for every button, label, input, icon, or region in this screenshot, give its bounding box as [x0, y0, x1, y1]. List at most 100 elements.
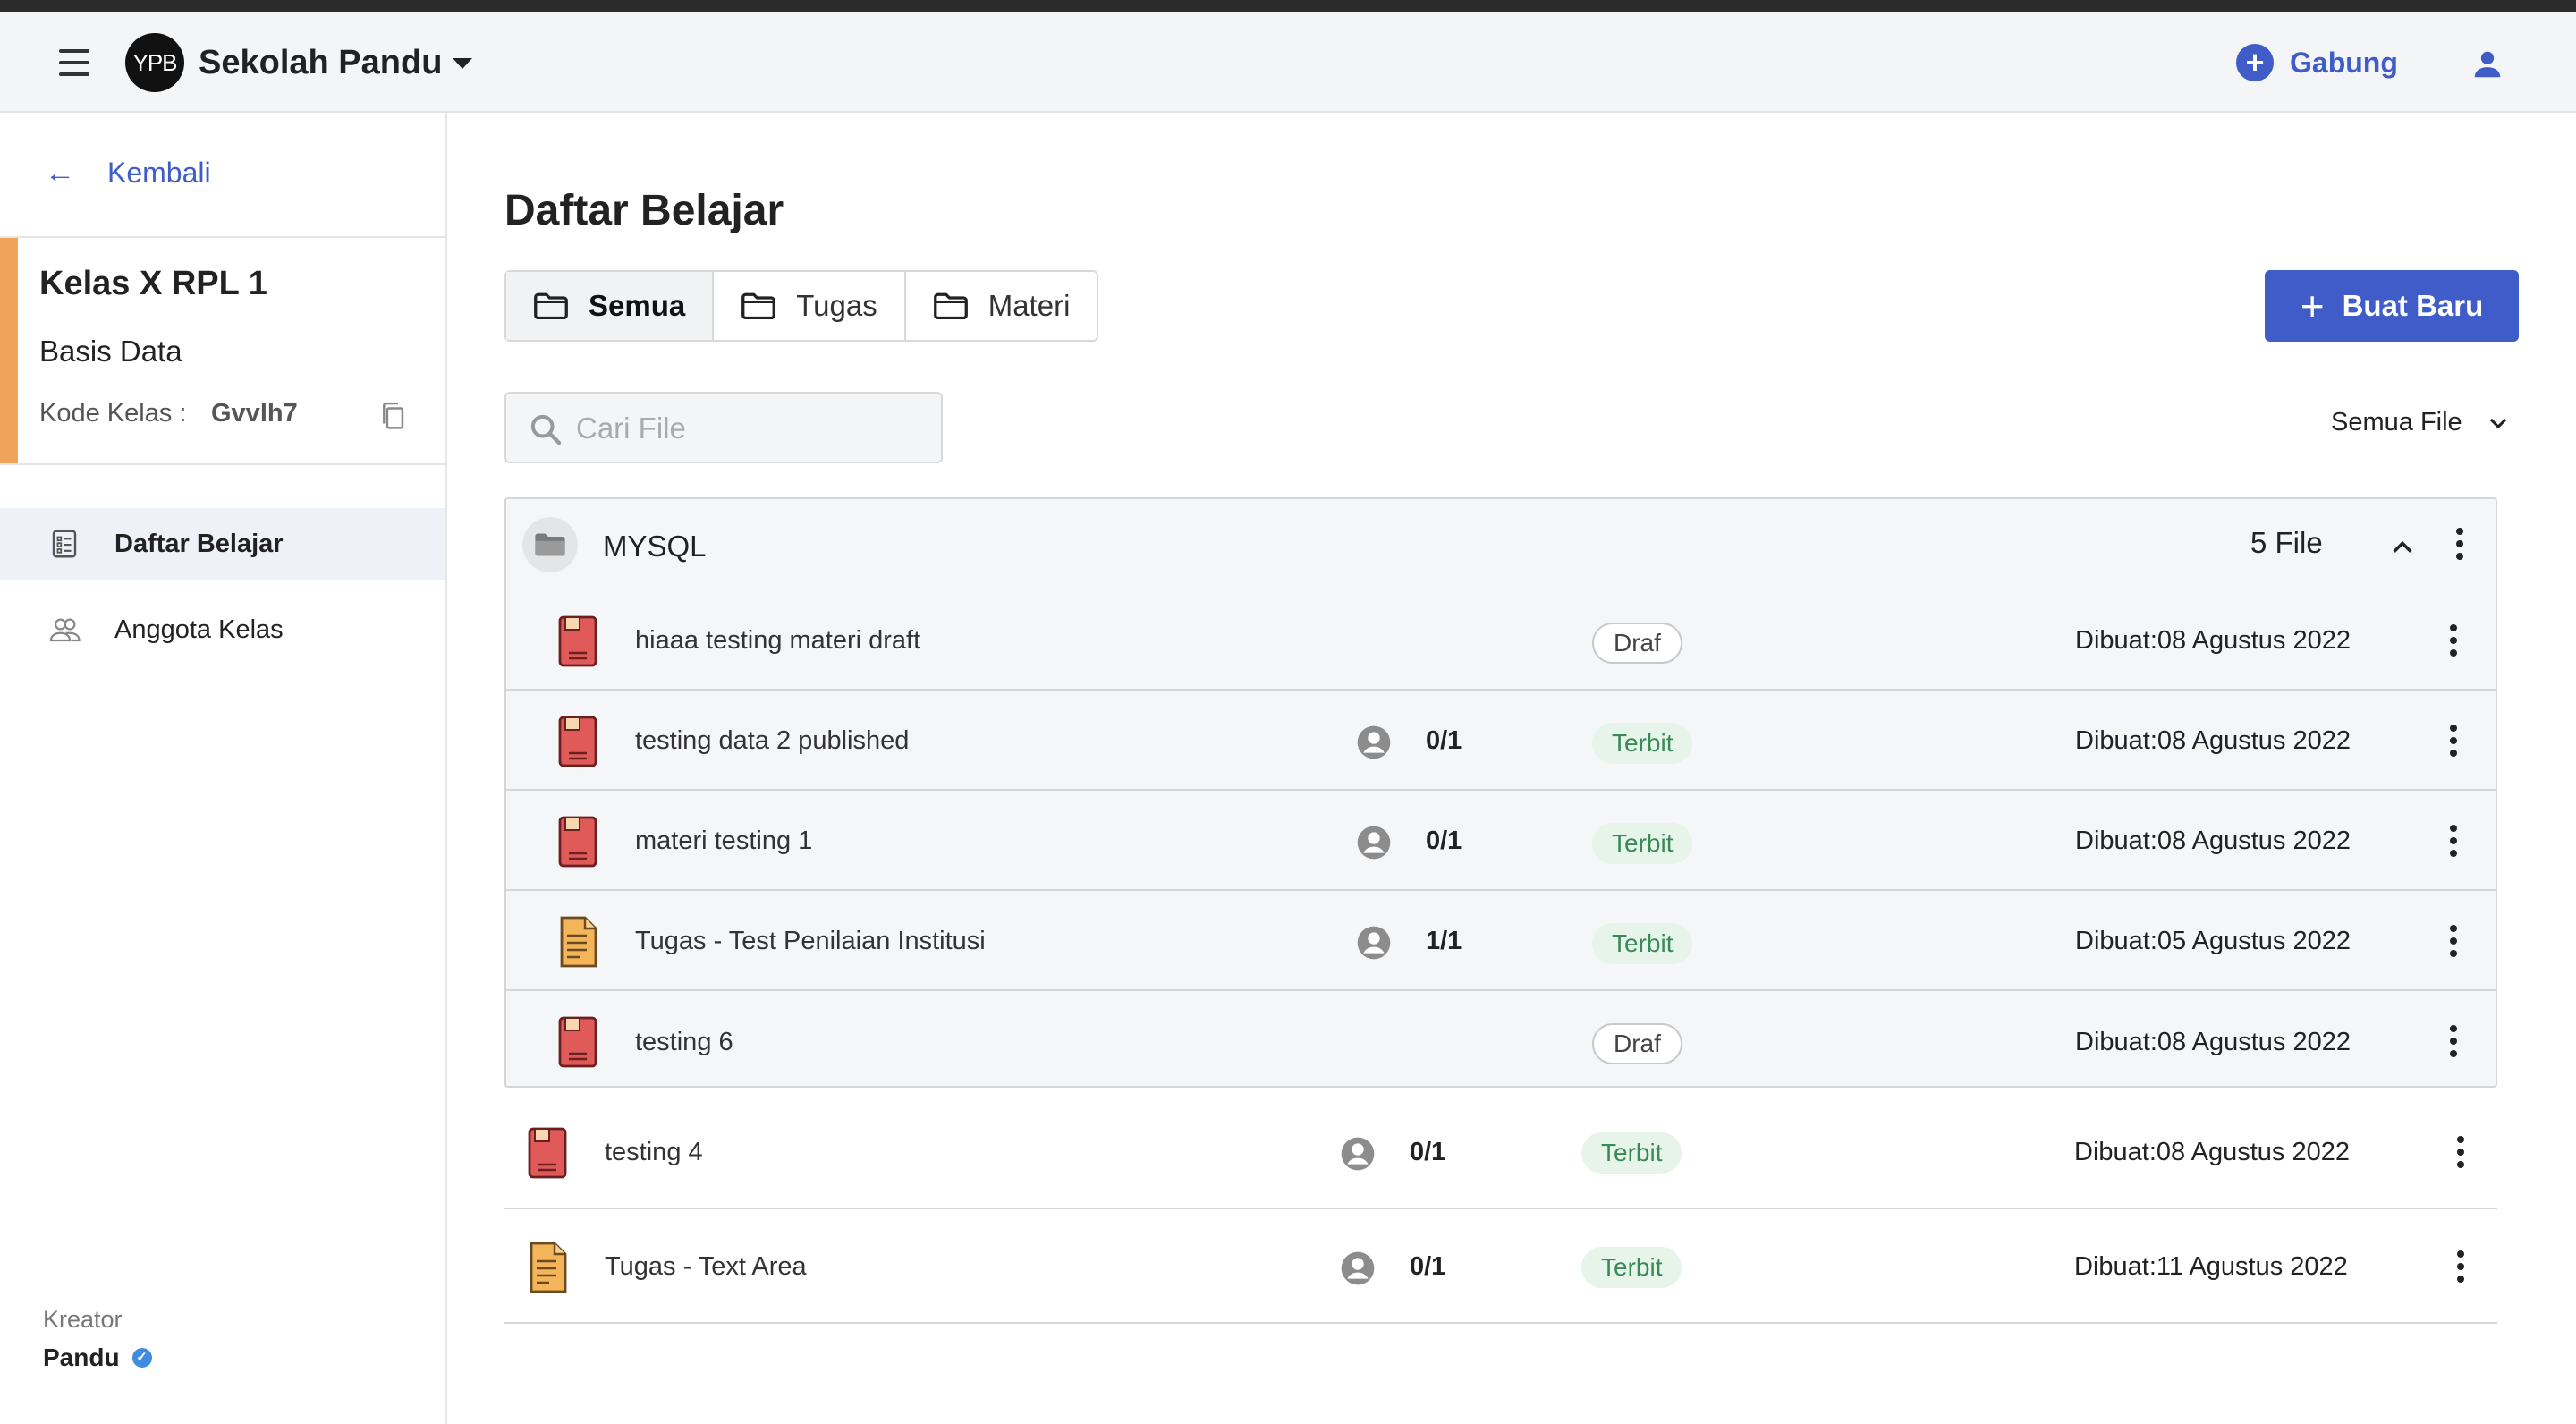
folder-name: MYSQL [603, 530, 707, 563]
materi-book-icon [558, 1016, 597, 1068]
folder-group-header[interactable]: MYSQL 5 File [506, 499, 2497, 592]
item-date: Dibuat:08 Agustus 2022 [2075, 625, 2351, 655]
more-vertical-icon[interactable] [2454, 1136, 2467, 1170]
back-link[interactable]: ← Kembali [45, 156, 211, 191]
materi-book-icon [558, 615, 597, 667]
person-icon [1357, 826, 1391, 860]
person-icon [1341, 1137, 1375, 1171]
more-vertical-icon[interactable] [2454, 1250, 2467, 1284]
sidebar-item-label: Anggota Kelas [114, 615, 284, 644]
filter-tabs: Semua Tugas Materi [504, 270, 1099, 342]
submission-count: 0/1 [1426, 826, 1462, 855]
tab-materi[interactable]: Materi [906, 272, 1097, 340]
menu-icon[interactable] [59, 49, 89, 76]
verified-icon: ✓ [131, 1348, 152, 1368]
more-vertical-icon[interactable] [2447, 1025, 2460, 1059]
tab-semua[interactable]: Semua [506, 272, 715, 340]
tugas-document-icon [530, 1242, 567, 1293]
person-icon [1357, 926, 1391, 960]
more-vertical-icon[interactable] [2447, 825, 2460, 859]
tab-label: Semua [589, 289, 686, 322]
list-item[interactable]: testing 6 Draf Dibuat:08 Agustus 2022 [506, 993, 2497, 1091]
tab-label: Materi [987, 289, 1071, 322]
tab-tugas[interactable]: Tugas [714, 272, 906, 340]
folder-icon [522, 517, 578, 572]
class-name: Kelas X RPL 1 [39, 265, 267, 302]
item-title[interactable]: testing data 2 published [635, 726, 909, 756]
window-top-strip [0, 0, 2576, 12]
back-label: Kembali [107, 157, 211, 189]
status-badge: Terbit [1581, 1132, 1682, 1174]
join-button[interactable]: + Gabung [2236, 44, 2398, 81]
item-date: Dibuat:08 Agustus 2022 [2075, 725, 2351, 755]
item-title[interactable]: Tugas - Text Area [605, 1252, 807, 1282]
item-date: Dibuat:08 Agustus 2022 [2075, 1027, 2351, 1056]
person-icon [1341, 1251, 1375, 1285]
item-title[interactable]: testing 4 [605, 1138, 703, 1167]
file-filter-label: Semua File [2331, 408, 2462, 437]
sidebar-item-anggota-kelas[interactable]: Anggota Kelas [0, 594, 445, 665]
chevron-up-icon[interactable] [2388, 533, 2417, 562]
folder-group-mysql: MYSQL 5 File hiaaa testing materi draft … [504, 497, 2497, 1088]
more-vertical-icon[interactable] [2447, 725, 2460, 759]
class-card: Kelas X RPL 1 Basis Data Kode Kelas : Gv… [0, 236, 445, 465]
item-date: Dibuat:05 Agustus 2022 [2075, 926, 2351, 955]
folder-icon [534, 292, 568, 319]
list-item[interactable]: Tugas - Test Penilaian Institusi 1/1 Ter… [506, 893, 2497, 991]
submission-count: 0/1 [1426, 725, 1462, 755]
submission-count: 0/1 [1410, 1251, 1446, 1281]
class-subject: Basis Data [39, 335, 182, 368]
more-vertical-icon[interactable] [2453, 528, 2467, 564]
item-title[interactable]: testing 6 [635, 1028, 733, 1057]
file-filter-dropdown[interactable]: Semua File [2331, 408, 2511, 437]
status-badge: Terbit [1592, 723, 1693, 764]
page-title: Daftar Belajar [504, 187, 784, 234]
class-code-label: Kode Kelas : [39, 399, 187, 428]
list-item[interactable]: Tugas - Text Area 0/1 Terbit Dibuat:11 A… [504, 1211, 2497, 1324]
school-logo[interactable]: YPB [125, 33, 184, 92]
class-code-value: Gvvlh7 [211, 399, 298, 428]
plus-circle-icon: + [2236, 44, 2274, 81]
folder-file-count: 5 File [2250, 526, 2323, 559]
sidebar-item-label: Daftar Belajar [114, 529, 284, 558]
item-title[interactable]: Tugas - Test Penilaian Institusi [635, 927, 986, 956]
tugas-document-icon [560, 916, 597, 968]
creator-name-row: Pandu ✓ [43, 1343, 152, 1372]
app-title[interactable]: Sekolah Pandu [199, 44, 442, 82]
caret-down-icon[interactable] [453, 58, 472, 69]
item-date: Dibuat:08 Agustus 2022 [2074, 1137, 2350, 1166]
list-item[interactable]: testing 4 0/1 Terbit Dibuat:08 Agustus 2… [504, 1097, 2497, 1209]
create-new-button[interactable]: + Buat Baru [2265, 270, 2519, 342]
folder-icon [933, 292, 968, 319]
main-content: Daftar Belajar Semua Tugas Materi + Buat… [447, 113, 2576, 1424]
chevron-down-icon [2489, 418, 2506, 428]
arrow-left-icon: ← [45, 156, 75, 190]
status-badge: Draf [1592, 1023, 1682, 1064]
user-icon[interactable] [2470, 47, 2504, 81]
class-accent-bar [0, 238, 18, 463]
list-item[interactable]: materi testing 1 0/1 Terbit Dibuat:08 Ag… [506, 793, 2497, 891]
copy-icon[interactable] [379, 401, 406, 431]
more-vertical-icon[interactable] [2447, 624, 2460, 658]
search-box[interactable] [504, 392, 943, 463]
list-item[interactable]: hiaaa testing materi draft Draf Dibuat:0… [506, 592, 2497, 691]
create-new-label: Buat Baru [2342, 289, 2484, 322]
item-title[interactable]: materi testing 1 [635, 826, 812, 856]
more-vertical-icon[interactable] [2447, 925, 2460, 959]
folder-icon [741, 292, 776, 319]
creator-name: Pandu [43, 1343, 120, 1371]
status-badge: Terbit [1581, 1247, 1682, 1288]
search-input[interactable] [576, 406, 925, 451]
item-date: Dibuat:08 Agustus 2022 [2075, 826, 2351, 855]
status-badge: Terbit [1592, 823, 1693, 864]
item-title[interactable]: hiaaa testing materi draft [635, 626, 920, 656]
sidebar-item-daftar-belajar[interactable]: Daftar Belajar [0, 508, 445, 580]
search-icon [530, 414, 562, 445]
person-icon [1357, 725, 1391, 759]
app-header: YPB Sekolah Pandu + Gabung [0, 12, 2576, 113]
status-badge: Draf [1592, 623, 1682, 664]
list-item[interactable]: testing data 2 published 0/1 Terbit Dibu… [506, 692, 2497, 791]
document-list-icon [52, 530, 77, 558]
creator-label: Kreator [43, 1306, 123, 1333]
materi-book-icon [528, 1127, 567, 1179]
